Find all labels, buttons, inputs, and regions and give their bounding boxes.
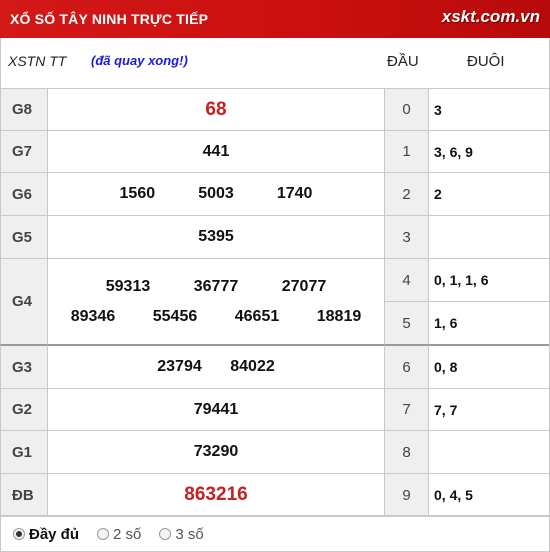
loto-tails: 1, 6 — [428, 301, 550, 344]
option-label: Đầy đủ — [29, 525, 80, 543]
prize-number: 46651 — [234, 307, 280, 325]
draw-status: (đã quay xong!) — [91, 53, 188, 68]
prize-label-g1: G1 — [0, 430, 47, 473]
loto-tails — [428, 430, 550, 473]
prize-number: 84022 — [230, 358, 275, 375]
prize-label-db: ĐB — [0, 473, 47, 516]
loto-tails: 2 — [428, 172, 550, 215]
prize-label-g6: G6 — [0, 172, 47, 215]
option-2-digits[interactable]: 2 số — [97, 526, 141, 543]
lottery-code: XSTN TT — [8, 53, 67, 69]
loto-tails: 0, 4, 5 — [428, 473, 550, 516]
option-3-digits[interactable]: 3 số — [159, 525, 204, 543]
prize-value-g8: 68 — [47, 88, 384, 130]
prize-number: 73290 — [193, 443, 239, 460]
prize-value-g6: 1560 5003 1740 — [47, 172, 384, 215]
loto-tails: 7, 7 — [428, 388, 550, 430]
prize-label-g2: G2 — [0, 388, 47, 430]
display-options: Đầy đủ 2 số 3 số — [0, 516, 550, 552]
prize-value-g7: 441 — [47, 130, 384, 172]
prize-label-g7: G7 — [0, 130, 47, 172]
radio-icon[interactable] — [13, 528, 25, 540]
prize-number: 89346 — [70, 307, 116, 325]
radio-icon[interactable] — [159, 528, 172, 540]
prize-value-g5: 5395 — [47, 215, 384, 258]
loto-head: 7 — [384, 388, 428, 430]
site-logo[interactable]: xskt.com.vn — [442, 7, 540, 27]
prize-value-special: 863216 — [47, 473, 384, 516]
prize-value-g4: 59313 36777 27077 89346 55456 46651 1881… — [47, 258, 384, 344]
prize-number: 5003 — [198, 185, 234, 202]
results-table: G8 68 G7 441 G6 1560 5003 1740 G5 5395 G… — [0, 88, 550, 516]
table-subheader: XSTN TT (đã quay xong!) ĐẦU ĐUÔI — [0, 38, 550, 88]
loto-tails: 0, 1, 1, 6 — [428, 258, 550, 301]
prize-number: 79441 — [193, 400, 239, 418]
option-full[interactable]: Đầy đủ — [13, 526, 79, 543]
prize-number: 68 — [205, 98, 227, 120]
loto-head: 5 — [384, 301, 428, 344]
prize-number: 36777 — [193, 277, 239, 295]
loto-head: 4 — [384, 258, 428, 301]
loto-head: 1 — [384, 130, 428, 172]
loto-head: 8 — [384, 430, 428, 473]
prize-number: 441 — [202, 142, 230, 160]
loto-head: 2 — [384, 172, 428, 215]
tail-column-label: ĐUÔI — [467, 53, 505, 70]
loto-head: 0 — [384, 88, 428, 130]
prize-value-g3: 23794 84022 — [47, 344, 384, 388]
prize-number: 18819 — [316, 307, 362, 325]
head-column-label: ĐẦU — [387, 53, 419, 70]
option-label: 3 số — [175, 525, 204, 543]
loto-tails: 3 — [428, 88, 550, 130]
prize-label-g5: G5 — [0, 215, 47, 258]
prize-label-g8: G8 — [0, 88, 47, 130]
prize-number: 23794 — [157, 358, 202, 375]
prize-label-g4: G4 — [0, 258, 47, 344]
prize-number: 1560 — [119, 185, 156, 202]
loto-tails: 0, 8 — [428, 344, 550, 388]
page-title: XỔ SỐ TÂY NINH TRỰC TIẾP — [10, 11, 209, 27]
radio-icon[interactable] — [97, 528, 110, 540]
loto-head: 3 — [384, 215, 428, 258]
loto-head: 9 — [384, 473, 428, 516]
prize-number: 55456 — [152, 307, 198, 325]
prize-number: 27077 — [281, 277, 327, 295]
loto-tails: 3, 6, 9 — [428, 130, 550, 172]
prize-number: 59313 — [105, 277, 151, 295]
prize-number: 5395 — [198, 228, 234, 245]
option-label: 2 số — [113, 525, 142, 543]
prize-number: 1740 — [276, 185, 313, 202]
loto-tails — [428, 215, 550, 258]
prize-value-g1: 73290 — [47, 430, 384, 473]
header-bar: XỔ SỐ TÂY NINH TRỰC TIẾP xskt.com.vn — [0, 0, 550, 38]
prize-value-g2: 79441 — [47, 388, 384, 430]
loto-head: 6 — [384, 344, 428, 388]
special-prize-number: 863216 — [184, 484, 248, 505]
prize-label-g3: G3 — [0, 344, 47, 388]
